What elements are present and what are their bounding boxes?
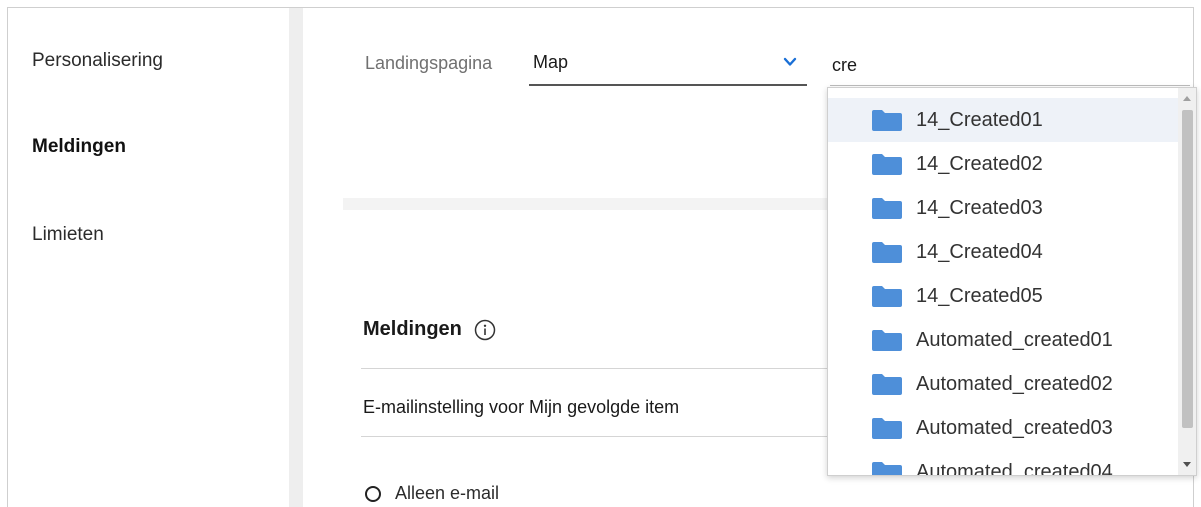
suggestion-label: Automated_created01	[916, 328, 1113, 351]
notifications-title: Meldingen	[363, 318, 462, 340]
scrollbar[interactable]	[1178, 88, 1196, 475]
radio-email-only-label: Alleen e-mail	[395, 483, 500, 503]
suggestion-item[interactable]: 14_Created02	[828, 142, 1178, 186]
folder-icon	[872, 330, 902, 351]
suggestion-item[interactable]: Automated_created02	[828, 362, 1178, 406]
scroll-down-icon[interactable]	[1182, 459, 1192, 469]
suggestion-item[interactable]: Automated_created01	[828, 318, 1178, 362]
suggestions-list: 14_Created01 14_Created02 14_Created03 14_C…	[828, 98, 1178, 476]
suggestion-label: 14_Created04	[916, 240, 1043, 263]
section-separator	[343, 198, 843, 210]
landing-page-select[interactable]: Map	[529, 46, 807, 86]
chevron-down-icon	[783, 57, 797, 66]
radio-email-only-row[interactable]: Alleen e-mail	[365, 483, 499, 504]
suggestion-label: 14_Created03	[916, 196, 1043, 219]
notifications-heading: Meldingen	[363, 318, 496, 341]
suggestion-item[interactable]: 14_Created03	[828, 186, 1178, 230]
sidebar-item-personalisering[interactable]: Personalisering	[32, 50, 163, 72]
folder-icon	[872, 286, 902, 307]
divider	[361, 368, 841, 369]
landing-page-value: Map	[533, 52, 569, 72]
folder-icon	[872, 418, 902, 439]
scrollbar-thumb[interactable]	[1182, 110, 1193, 428]
folder-suggestions-dropdown: 14_Created01 14_Created02 14_Created03 14_C…	[827, 87, 1197, 476]
suggestion-item[interactable]: Automated_created03	[828, 406, 1178, 450]
landing-page-label: Landingspagina	[365, 53, 493, 73]
suggestion-label: 14_Created02	[916, 152, 1043, 175]
scroll-up-icon[interactable]	[1182, 94, 1192, 104]
suggestion-label: 14_Created05	[916, 284, 1043, 307]
folder-icon	[872, 110, 902, 131]
divider	[361, 436, 841, 437]
folder-icon	[872, 462, 902, 475]
suggestion-item[interactable]: 14_Created04	[828, 230, 1178, 274]
sidebar-item-limieten[interactable]: Limieten	[32, 224, 104, 246]
sidebar-item-meldingen[interactable]: Meldingen	[32, 136, 126, 158]
suggestion-label: Automated_created04	[916, 460, 1113, 476]
suggestion-item[interactable]: Automated_created04	[828, 450, 1178, 476]
suggestion-item[interactable]: 14_Created05	[828, 274, 1178, 318]
folder-icon	[872, 374, 902, 395]
sidebar-divider	[289, 8, 303, 507]
suggestion-label: 14_Created01	[916, 108, 1043, 131]
sidebar: Personalisering Meldingen Limieten	[8, 8, 289, 507]
folder-search-input[interactable]	[830, 46, 1190, 86]
folder-icon	[872, 242, 902, 263]
folder-icon	[872, 198, 902, 219]
suggestion-label: Automated_created02	[916, 372, 1113, 395]
email-setting-label: E-mailinstelling voor Mijn gevolgde item	[363, 397, 680, 417]
info-icon[interactable]	[474, 319, 496, 341]
suggestion-item[interactable]: 14_Created01	[828, 98, 1178, 142]
folder-icon	[872, 154, 902, 175]
suggestion-label: Automated_created03	[916, 416, 1113, 439]
radio-button[interactable]	[365, 485, 381, 502]
